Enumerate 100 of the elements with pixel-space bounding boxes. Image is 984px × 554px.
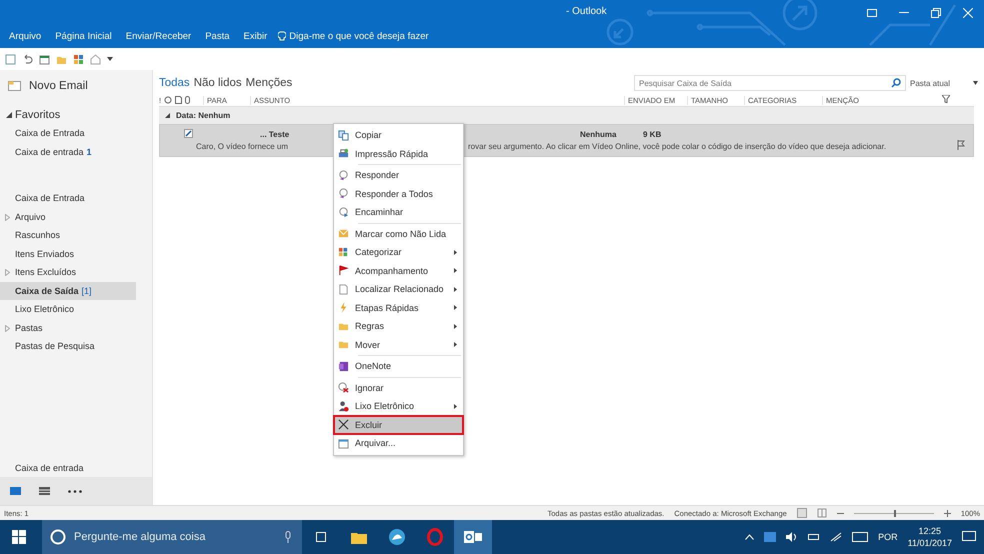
category-icon[interactable] (73, 54, 84, 64)
message-preview: rovar seu argumento. Ao clicar em Vídeo Online, você pode colar o código de inserção do vídeo que deseja adicionar. (468, 142, 886, 150)
menu-item[interactable]: Categorizar (334, 243, 463, 262)
message-size: 9 KB (643, 130, 662, 139)
assistant-icon (50, 529, 66, 545)
favorites-header[interactable]: Favoritos (0, 106, 152, 124)
more-icon[interactable] (68, 490, 82, 492)
reply-icon (338, 170, 349, 181)
tell-me-field[interactable]: Diga-me o que você deseja fazer (274, 31, 429, 42)
ribbon-display-icon (867, 8, 877, 16)
caret-icon (973, 81, 978, 85)
close-icon (963, 8, 973, 18)
calendar-icon[interactable] (39, 54, 50, 64)
bird-icon (388, 528, 406, 546)
reply-icon (338, 188, 349, 200)
menu-item[interactable]: Ignorar (334, 378, 463, 397)
expand-icon (5, 324, 10, 332)
flag-icon (338, 265, 349, 276)
submenu-arrow-icon (454, 342, 457, 348)
menu-item[interactable]: Copiar (334, 126, 463, 144)
calendar-icon[interactable] (39, 487, 50, 495)
dropdown-icon[interactable] (107, 56, 113, 62)
folder-item[interactable]: Rascunhos (0, 226, 136, 244)
ribbon-tab[interactable]: Arquivo (2, 31, 48, 42)
menu-item[interactable]: Regras (334, 317, 463, 336)
zoom-in-icon[interactable] (944, 510, 951, 516)
submenu-arrow-icon (454, 286, 457, 292)
folder-icon (338, 339, 349, 350)
menu-item[interactable]: Responder a Todos (334, 184, 463, 203)
outlook-icon[interactable] (764, 532, 776, 542)
expand-icon (5, 214, 10, 220)
menu-item[interactable]: Acompanhamento (334, 262, 463, 280)
folder-item[interactable]: Caixa de Saída [1] (0, 282, 136, 300)
archive-icon (338, 438, 349, 449)
person-icon (338, 400, 349, 412)
collapse-icon (6, 112, 12, 118)
volume-icon[interactable] (786, 532, 798, 542)
ribbon-tab[interactable]: Pasta (198, 31, 237, 42)
zoom-slider-thumb[interactable] (894, 510, 896, 516)
search-icon (891, 78, 901, 88)
menu-item[interactable]: Responder (334, 166, 463, 184)
submenu-arrow-icon (454, 305, 457, 310)
menu-item[interactable]: Excluir (334, 416, 463, 434)
outlook-button[interactable] (454, 520, 492, 554)
folder-item[interactable]: Pastas de Pesquisa (0, 337, 136, 356)
ribbon-tab[interactable]: Enviar/Receber (118, 31, 198, 42)
copy-icon (338, 130, 349, 141)
folder-item[interactable]: Caixa de entrada (0, 458, 136, 477)
menu-item[interactable]: Marcar como Não Lida (334, 224, 463, 243)
input-language[interactable]: POR (878, 532, 898, 542)
collapse-icon[interactable] (165, 113, 170, 118)
taskbar-search-field[interactable]: Pergunte-me alguma coisa (42, 520, 302, 554)
menu-item[interactable]: Encaminhar (334, 203, 463, 222)
menu-item[interactable]: Mover (334, 336, 463, 354)
filter-tab[interactable]: Não lidos (194, 77, 242, 89)
ignore-icon (338, 382, 349, 394)
flag-icon[interactable] (957, 140, 965, 150)
folder-item[interactable]: Arquivo (0, 208, 136, 226)
search-field[interactable]: Pesquisar Caixa de Saída (634, 75, 906, 91)
delete-icon (338, 419, 349, 430)
filter-icon[interactable] (942, 95, 950, 103)
menu-item[interactable]: Arquivar... (334, 434, 463, 452)
microphone-icon (284, 531, 292, 543)
filter-tab[interactable]: Todas (159, 77, 190, 89)
new-email-button[interactable]: Novo Email (0, 70, 152, 103)
ribbon-tab[interactable]: Página Inicial (48, 31, 119, 42)
folder-item[interactable]: Pastas (0, 318, 136, 337)
message-subject: ... Teste (260, 130, 290, 139)
folder-item[interactable]: Itens Excluídos (0, 263, 136, 282)
restore-icon (931, 8, 941, 18)
document-icon[interactable] (175, 96, 182, 104)
folder-item[interactable]: Caixa de entrada 1 (0, 142, 136, 161)
menu-item[interactable]: Localizar Relacionado (334, 280, 463, 298)
forward-icon (338, 206, 349, 218)
reminder-icon[interactable] (164, 96, 172, 104)
scope-dropdown[interactable]: Pasta atual (906, 76, 982, 90)
opera-icon (427, 528, 443, 546)
folder-item[interactable]: Lixo Eletrônico (0, 300, 136, 318)
keyboard-icon[interactable] (852, 532, 868, 542)
folder-item[interactable]: Caixa de Entrada (0, 124, 136, 142)
draft-icon (184, 129, 193, 138)
folder-item[interactable]: Caixa de Entrada (0, 189, 136, 208)
printer-icon (338, 148, 349, 160)
menu-item[interactable]: Lixo Eletrônico (334, 397, 463, 416)
ribbon-tab[interactable]: Exibir (236, 31, 274, 42)
sent-date: Nenhuma (580, 130, 618, 139)
folder-item[interactable]: Itens Enviados (0, 244, 136, 263)
task-view-icon (314, 532, 328, 542)
menu-item[interactable]: Etapas Rápidas (334, 298, 463, 317)
battery-icon[interactable] (808, 532, 820, 542)
outlook-icon (464, 530, 482, 544)
chevron-up-icon[interactable] (745, 534, 754, 540)
notebook-icon (338, 360, 349, 372)
menu-item[interactable]: OneNote (334, 357, 463, 376)
taskbar-clock[interactable]: 12:25 11/01/2017 (908, 525, 952, 549)
undo-icon[interactable] (22, 54, 33, 64)
submenu-arrow-icon (454, 404, 457, 409)
document-icon (338, 284, 349, 295)
notification-icon[interactable] (962, 531, 976, 543)
filter-tab[interactable]: Menções (246, 77, 292, 89)
